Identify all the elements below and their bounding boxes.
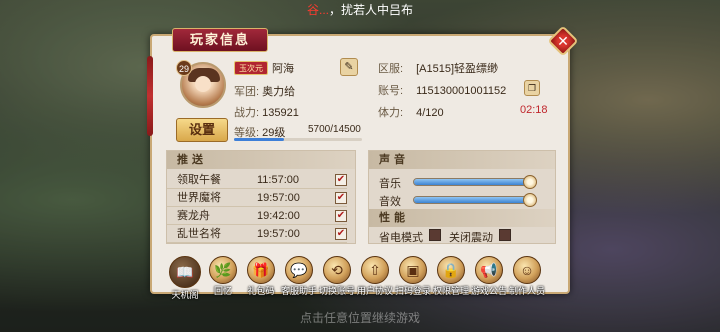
menu-icon-button[interactable]: 📖 天机阁 bbox=[168, 256, 202, 300]
menu-icon[interactable]: 📢 bbox=[475, 256, 503, 284]
power-value: 135921 bbox=[262, 107, 299, 119]
menu-icon[interactable]: 🔒 bbox=[437, 256, 465, 284]
legion-value: 奥力给 bbox=[262, 86, 296, 98]
exp-value: 5700/14500 bbox=[308, 124, 361, 135]
push-row: 赛龙舟 19:42:00 ✔ bbox=[167, 207, 347, 225]
legion-label: 军团: bbox=[234, 86, 260, 98]
copy-icon: ❐ bbox=[527, 83, 537, 93]
effect-label: 音效 bbox=[379, 196, 401, 208]
power-label: 战力: bbox=[234, 107, 260, 119]
push-time: 19:57:00 bbox=[257, 192, 300, 204]
push-row: 领取午餐 11:57:00 ✔ bbox=[167, 171, 347, 189]
account-value: 115130001001152 bbox=[416, 85, 507, 97]
music-slider-fill bbox=[414, 179, 530, 185]
scrolling-announcement: 谷...，扰若人中吕布 bbox=[0, 0, 720, 20]
menu-icon-button[interactable]: ▣ 扫码登录 bbox=[395, 256, 431, 296]
push-row: 乱世名将 19:57:00 ✔ bbox=[167, 225, 347, 243]
push-name: 领取午餐 bbox=[177, 174, 221, 186]
exp-progress-bar bbox=[234, 138, 362, 141]
stamina-timer: 02:18 bbox=[520, 104, 548, 116]
announcement-text: ，扰若人中吕布 bbox=[329, 3, 414, 17]
menu-icon[interactable]: 📖 bbox=[169, 256, 201, 288]
menu-icon-button[interactable]: 🌿 回忆 bbox=[206, 256, 240, 296]
effect-slider-fill bbox=[414, 197, 530, 203]
menu-icon-button[interactable]: 📢 游戏公告 bbox=[471, 256, 507, 296]
push-checkbox[interactable]: ✔ bbox=[335, 192, 347, 204]
performance-header: 性能 bbox=[369, 209, 555, 227]
push-checkbox[interactable]: ✔ bbox=[335, 210, 347, 222]
menu-icon-button[interactable]: ⟲ 切换账号 bbox=[319, 256, 355, 296]
menu-icon[interactable]: ⇧ bbox=[361, 256, 389, 284]
push-name: 乱世名将 bbox=[177, 228, 221, 240]
bottom-icon-bar: 📖 天机阁 🌿 回忆 🎁 礼包码 💬 客服助手 ⟲ 切换账号 ⇧ 用户协议 ▣ 扫码登录 🔒 权限管理 📢 游戏公… bbox=[150, 256, 570, 300]
continue-hint: 点击任意位置继续游戏 bbox=[299, 311, 420, 325]
menu-icon-label: 制作人员 bbox=[508, 286, 545, 296]
tassel-ornament bbox=[147, 56, 153, 136]
server-label: 区服: bbox=[378, 63, 404, 75]
stamina-value: 4/120 bbox=[416, 107, 444, 119]
sound-header: 声音 bbox=[369, 151, 555, 169]
push-checkbox[interactable]: ✔ bbox=[335, 174, 347, 186]
player-name: 阿海 bbox=[272, 63, 294, 75]
music-label: 音乐 bbox=[379, 178, 401, 190]
vibration-off-checkbox[interactable] bbox=[499, 229, 511, 241]
push-name: 世界魔将 bbox=[177, 192, 221, 204]
avatar-face bbox=[195, 76, 211, 92]
menu-icon-button[interactable]: ⇧ 用户协议 bbox=[357, 256, 393, 296]
push-row: 世界魔将 19:57:00 ✔ bbox=[167, 189, 347, 207]
menu-icon[interactable]: ▣ bbox=[399, 256, 427, 284]
music-slider[interactable] bbox=[413, 175, 537, 189]
edit-name-button[interactable]: ✎ bbox=[340, 58, 358, 76]
menu-icon[interactable]: ⟲ bbox=[323, 256, 351, 284]
pencil-icon: ✎ bbox=[344, 61, 354, 73]
power-row: 战力: 135921 bbox=[234, 104, 299, 120]
stamina-row: 体力: 4/120 bbox=[378, 104, 444, 120]
menu-icon-button[interactable]: 🔒 权限管理 bbox=[433, 256, 469, 296]
vip-tag: 玉次元 bbox=[234, 61, 268, 75]
server-row: 区服: [A1515]轻盈缥缈 bbox=[378, 60, 498, 76]
close-icon[interactable]: ✕ bbox=[554, 32, 572, 50]
push-time: 11:57:00 bbox=[257, 174, 300, 186]
player-info-panel: 玩家信息 ✕ 29 设置 玉次元 阿海 ✎ 军团: 奥力给 战力: 135921… bbox=[147, 25, 579, 294]
sound-section: 声音 音乐 音效 性能 省电模式 关闭震动 bbox=[368, 150, 556, 244]
push-header: 推送 bbox=[167, 151, 355, 169]
music-slider-knob[interactable] bbox=[522, 175, 537, 189]
push-time: 19:57:00 bbox=[257, 228, 300, 240]
menu-icon[interactable]: 🎁 bbox=[247, 256, 275, 284]
announcement-name: 谷... bbox=[306, 3, 329, 17]
push-checkbox[interactable]: ✔ bbox=[335, 228, 347, 240]
level-badge: 29 bbox=[176, 60, 192, 76]
vibration-off-label: 关闭震动 bbox=[449, 232, 493, 244]
power-save-checkbox[interactable] bbox=[429, 229, 441, 241]
legion-row: 军团: 奥力给 bbox=[234, 83, 295, 99]
power-save-label: 省电模式 bbox=[379, 232, 423, 244]
account-label: 账号: bbox=[378, 85, 404, 97]
push-name: 赛龙舟 bbox=[177, 210, 210, 222]
copy-account-button[interactable]: ❐ bbox=[524, 80, 540, 96]
menu-icon[interactable]: 💬 bbox=[285, 256, 313, 284]
menu-icon-button[interactable]: 🎁 礼包码 bbox=[244, 256, 278, 296]
panel-title: 玩家信息 bbox=[172, 28, 268, 52]
push-section: 推送 领取午餐 11:57:00 ✔ 世界魔将 19:57:00 ✔ 赛龙舟 19:42:00… bbox=[166, 150, 356, 244]
menu-icon-button[interactable]: ☺ 制作人员 bbox=[509, 256, 545, 296]
stamina-label: 体力: bbox=[378, 107, 404, 119]
push-time: 19:42:00 bbox=[257, 210, 300, 222]
effect-slider[interactable] bbox=[413, 193, 537, 207]
effect-slider-knob[interactable] bbox=[522, 193, 537, 207]
menu-icon-button[interactable]: 💬 客服助手 bbox=[281, 256, 317, 296]
account-row: 账号: 115130001001152 bbox=[378, 82, 506, 98]
settings-button[interactable]: 设置 bbox=[176, 118, 228, 142]
exp-progress-fill bbox=[234, 138, 285, 141]
server-value: [A1515]轻盈缥缈 bbox=[416, 63, 499, 75]
menu-icon[interactable]: 🌿 bbox=[209, 256, 237, 284]
menu-icon[interactable]: ☺ bbox=[513, 256, 541, 284]
